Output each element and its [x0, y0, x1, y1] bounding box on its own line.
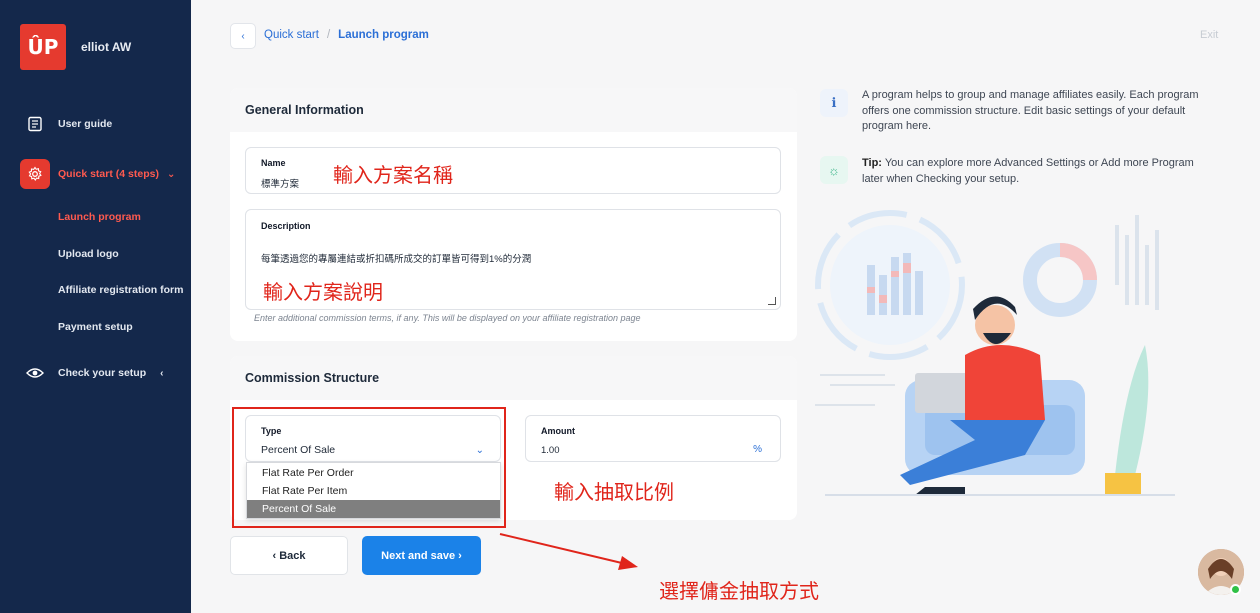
percent-unit: %	[753, 444, 762, 455]
tip-body: You can explore more Advanced Settings o…	[862, 157, 1194, 185]
lightbulb-icon: ☼	[820, 156, 848, 184]
brand[interactable]: ÛP elliot AW	[20, 24, 131, 70]
chevron-left-icon: ‹	[160, 367, 164, 379]
breadcrumb-separator: /	[326, 29, 331, 41]
account-name: elliot AW	[81, 40, 132, 54]
info-icon: ℹ	[820, 89, 848, 117]
tip-text: Tip: You can explore more Advanced Setti…	[862, 156, 1207, 187]
annotation-description: 輸入方案說明	[263, 280, 383, 304]
card-title: Commission Structure	[230, 356, 797, 400]
back-nav-button[interactable]: ‹	[230, 23, 256, 49]
sidebar-subitem-affiliate-registration-form[interactable]: Affiliate registration form	[58, 284, 183, 296]
tip-label: Tip:	[862, 157, 882, 169]
illustration-person-with-laptop	[815, 210, 1175, 496]
amount-field[interactable]: Amount 1.00 %	[525, 415, 781, 462]
sidebar-subitem-upload-logo[interactable]: Upload logo	[58, 248, 119, 260]
description-label: Description	[261, 221, 311, 231]
sidebar-item-label: User guide	[58, 118, 113, 130]
breadcrumb: Quick start / Launch program	[264, 29, 429, 41]
annotation-name: 輸入方案名稱	[333, 163, 453, 187]
app-logo: ÛP	[20, 24, 66, 70]
annotation-amount: 輸入抽取比例	[554, 480, 674, 504]
card-title: General Information	[230, 88, 797, 132]
chevron-left-icon: ‹	[241, 30, 245, 42]
online-status-dot	[1230, 584, 1241, 595]
back-button[interactable]: ‹ Back	[230, 536, 348, 575]
annotation-type: 選擇傭金抽取方式	[659, 579, 819, 603]
description-hint: Enter additional commission terms, if an…	[254, 313, 641, 323]
sidebar-item-user-guide[interactable]: User guide	[20, 109, 112, 139]
gear-icon	[20, 159, 50, 189]
chevron-down-icon: ⌄	[166, 168, 176, 180]
name-field[interactable]: Name 標準方案	[245, 147, 781, 194]
sidebar-subitem-payment-setup[interactable]: Payment setup	[58, 321, 133, 333]
sidebar-item-check-setup[interactable]: Check your setup ‹	[20, 358, 163, 388]
next-and-save-button[interactable]: Next and save ›	[362, 536, 481, 575]
resize-handle-icon[interactable]	[768, 297, 776, 305]
description-value: 每筆透過您的專屬連結或折扣碼所成交的訂單皆可得到1%的分潤	[261, 254, 532, 265]
amount-label: Amount	[541, 426, 575, 436]
exit-link[interactable]: Exit	[1200, 29, 1218, 41]
eye-icon	[20, 358, 50, 388]
program-info-text: A program helps to group and manage affi…	[862, 89, 1199, 132]
sidebar-subitem-launch-program[interactable]: Launch program	[58, 211, 141, 223]
amount-value: 1.00	[541, 445, 560, 456]
name-value: 標準方案	[261, 179, 300, 190]
sidebar-item-label: Check your setup	[58, 367, 147, 379]
book-icon	[20, 109, 50, 139]
annotation-highlight-box	[232, 407, 506, 528]
breadcrumb-launch-program: Launch program	[338, 29, 429, 41]
annotation-arrow-icon	[499, 533, 638, 570]
name-label: Name	[261, 158, 286, 168]
sidebar: ÛP elliot AW User guide Quick start (4 s…	[0, 0, 191, 613]
breadcrumb-quick-start[interactable]: Quick start	[264, 29, 319, 41]
sidebar-item-label: Quick start (4 steps)	[58, 168, 159, 180]
sidebar-item-quick-start[interactable]: Quick start (4 steps) ⌄	[20, 159, 175, 189]
